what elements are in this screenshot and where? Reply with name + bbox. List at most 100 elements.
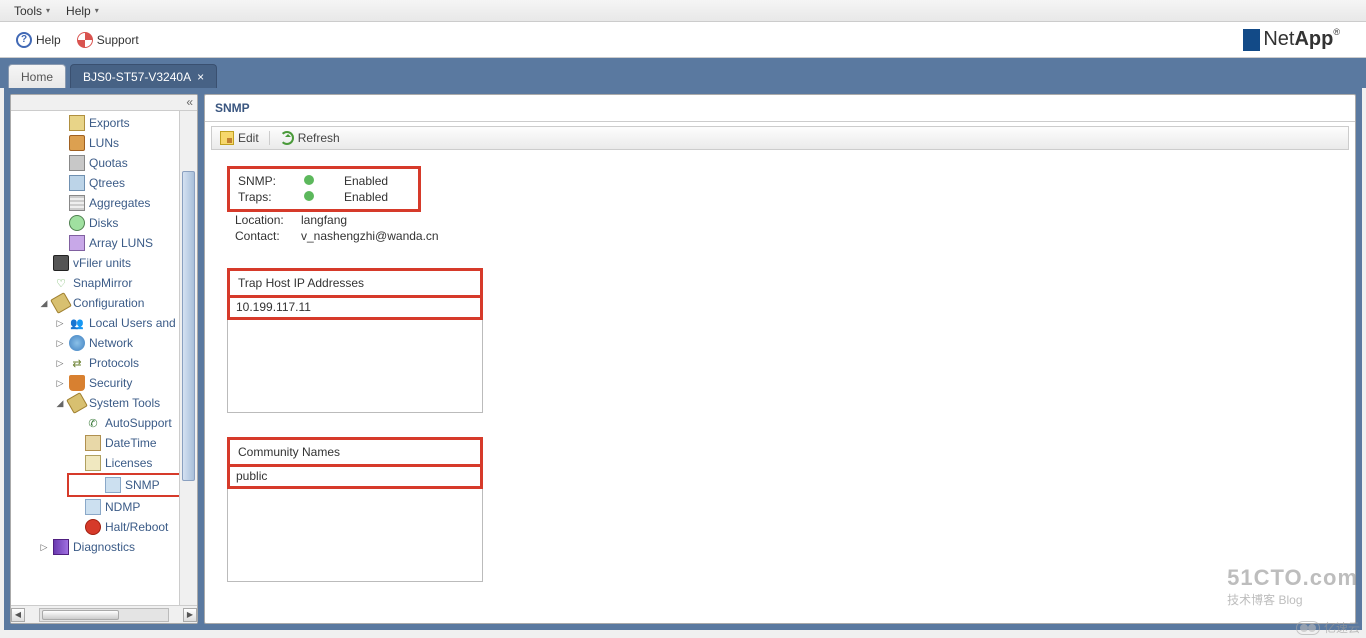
sidebar-item-label: Protocols [89,356,139,370]
sidebar-item-autosupport[interactable]: ✆ AutoSupport [11,413,197,433]
menu-tools-label: Tools [14,4,42,18]
info-value: v_nashengzhi@wanda.cn [301,229,439,243]
content-toolbar: Edit Refresh [211,126,1349,150]
licenses-icon [85,455,101,471]
support-label: Support [97,33,139,47]
scroll-right-button[interactable]: ▶ [183,608,197,622]
array-luns-icon [69,235,85,251]
sidebar-item-snmp[interactable]: SNMP [71,475,187,495]
brand-logo-area: NetApp® [1243,28,1358,51]
edit-label: Edit [238,131,259,145]
menu-help[interactable]: Help ▾ [58,2,107,20]
sidebar-item-diagnostics[interactable]: ▷ Diagnostics [11,537,197,557]
scroll-left-button[interactable]: ◀ [11,608,25,622]
highlight-annotation: Trap Host IP Addresses [227,268,483,298]
sidebar-item-system-tools[interactable]: ◢System Tools [11,393,197,413]
horizontal-scrollbar[interactable]: ◀ ▶ [11,605,197,623]
sidebar-item-quotas[interactable]: Quotas [11,153,197,173]
community-list[interactable] [228,489,482,581]
sidebar-item-label: Configuration [73,296,144,310]
edit-button[interactable]: Edit [220,131,259,145]
info-value: Enabled [344,190,388,204]
sidebar-item-datetime[interactable]: DateTime [11,433,197,453]
sidebar-item-protocols[interactable]: ▷ ⇄ Protocols [11,353,197,373]
autosupport-icon: ✆ [85,415,101,431]
info-row-traps: Traps: Enabled [238,189,388,205]
sidebar-item-label: SnapMirror [73,276,132,290]
sidebar-item-halt-reboot[interactable]: Halt/Reboot [11,517,197,537]
expander-icon[interactable]: ▷ [55,378,65,389]
info-value: Enabled [344,174,388,188]
sidebar-item-label: Diagnostics [73,540,135,554]
sidebar-item-ndmp[interactable]: NDMP [11,497,197,517]
sidebar-item-aggregates[interactable]: Aggregates [11,193,197,213]
tab-system-label: BJS0-ST57-V3240A [83,70,191,84]
info-label: Contact: [235,229,301,243]
sidebar-item-luns[interactable]: LUNs [11,133,197,153]
sidebar-item-label: vFiler units [73,256,131,270]
expander-icon[interactable]: ▷ [39,542,49,553]
expander-icon[interactable]: ◢ [55,398,65,409]
brand-text: NetApp® [1263,28,1340,51]
tab-home-label: Home [21,70,53,84]
scrollbar-thumb[interactable] [182,171,195,481]
expander-icon[interactable]: ▷ [55,318,65,329]
refresh-button[interactable]: Refresh [280,131,340,145]
page-title: SNMP [205,95,1355,122]
highlight-annotation: public [227,466,483,489]
main-area: « Exports LUNs Quotas Qtrees Aggregates … [4,88,1362,630]
scrollbar-thumb[interactable] [42,610,119,620]
sidebar-item-exports[interactable]: Exports [11,113,197,133]
tab-home[interactable]: Home [8,64,66,88]
vfiler-icon [53,255,69,271]
exports-icon [69,115,85,131]
expander-icon[interactable]: ▷ [55,338,65,349]
list-item: 10.199.117.11 [236,300,311,314]
tools-icon [66,392,88,414]
tab-bar: Home BJS0-ST57-V3240A × [0,58,1366,88]
lifebuoy-icon [77,32,93,48]
sidebar-item-label: Disks [89,216,118,230]
trap-hosts-list[interactable] [228,320,482,412]
sidebar-item-snapmirror[interactable]: ♡SnapMirror [11,273,197,293]
help-icon: ? [16,32,32,48]
network-icon [69,335,85,351]
support-button[interactable]: Support [69,28,147,52]
sidebar-item-label: Network [89,336,133,350]
content-panel: SNMP Edit Refresh SNMP: Enabled Traps: E… [204,94,1356,624]
caret-down-icon: ▾ [46,6,50,15]
sidebar-panel: « Exports LUNs Quotas Qtrees Aggregates … [10,94,198,624]
diagnostics-icon [53,539,69,555]
scrollbar-track[interactable] [39,608,169,622]
nav-tree[interactable]: Exports LUNs Quotas Qtrees Aggregates Di… [11,111,197,605]
sidebar-item-vfiler[interactable]: vFiler units [11,253,197,273]
luns-icon [69,135,85,151]
sidebar-item-qtrees[interactable]: Qtrees [11,173,197,193]
sidebar-item-disks[interactable]: Disks [11,213,197,233]
expander-icon[interactable]: ▷ [55,358,65,369]
sidebar-item-network[interactable]: ▷ Network [11,333,197,353]
menu-tools[interactable]: Tools ▾ [6,2,58,20]
app-toolbar: ? Help Support NetApp® [0,22,1366,58]
close-icon[interactable]: × [197,70,204,84]
sidebar-item-array-luns[interactable]: Array LUNS [11,233,197,253]
refresh-icon [280,131,294,145]
ndmp-icon [85,499,101,515]
expander-icon[interactable]: ◢ [39,298,49,309]
help-button[interactable]: ? Help [8,28,69,52]
sidebar-item-security[interactable]: ▷ Security [11,373,197,393]
tab-system[interactable]: BJS0-ST57-V3240A × [70,64,217,88]
sidebar-item-local-users[interactable]: ▷👥Local Users and [11,313,197,333]
community-section: Community Names public [227,437,1333,582]
sidebar-item-licenses[interactable]: Licenses [11,453,197,473]
sidebar-item-configuration[interactable]: ◢ Configuration [11,293,197,313]
sidebar-collapse-button[interactable]: « [11,95,197,111]
netapp-logo-icon [1243,29,1257,51]
protocols-icon: ⇄ [69,355,85,371]
sidebar-item-label: Exports [89,116,130,130]
sidebar-item-label: Local Users and [89,316,176,330]
vertical-scrollbar[interactable] [179,111,197,605]
sidebar-item-label: AutoSupport [105,416,172,430]
sidebar-item-label: Qtrees [89,176,125,190]
sidebar-item-label: Security [89,376,132,390]
